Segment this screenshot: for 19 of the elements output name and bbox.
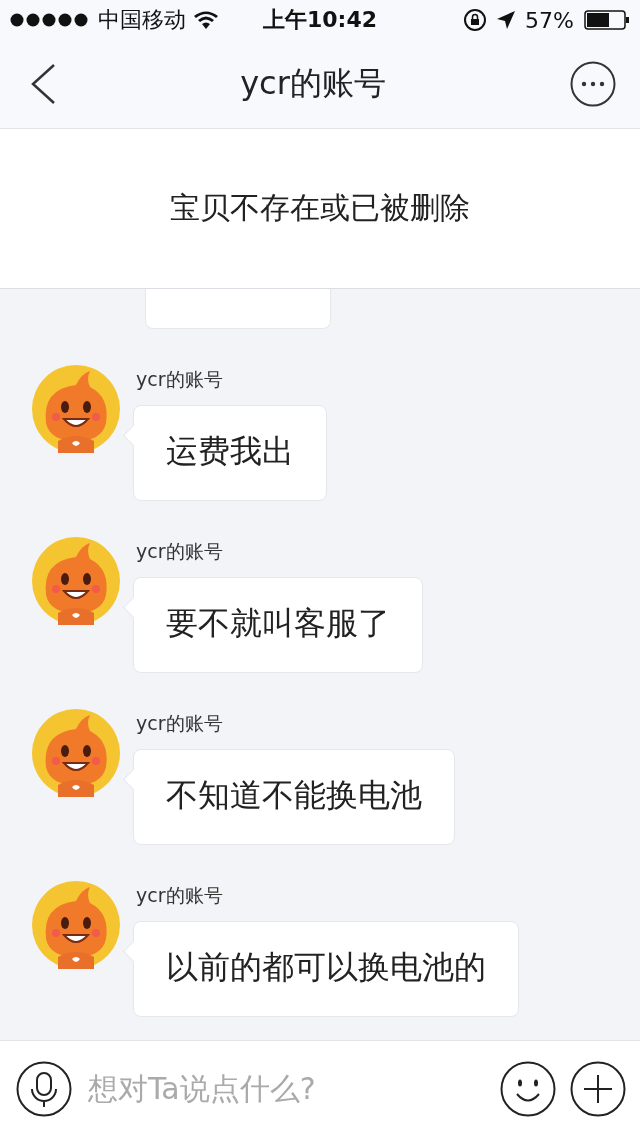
- battery-icon: [584, 10, 630, 30]
- sender-name: ycr的账号: [136, 367, 223, 392]
- back-button[interactable]: [30, 64, 56, 104]
- location-arrow-icon: [497, 11, 516, 29]
- signal-icon: [10, 13, 90, 27]
- voice-button[interactable]: [16, 1060, 72, 1117]
- rotation-lock-icon: [463, 8, 488, 32]
- sender-name: ycr的账号: [136, 883, 223, 908]
- clock-time: 上午10:42: [263, 6, 377, 34]
- battery-percent: 57%: [525, 7, 574, 33]
- banner-text: 宝贝不存在或已被删除: [170, 189, 470, 227]
- sender-name: ycr的账号: [136, 711, 223, 736]
- chat-title: ycr的账号: [240, 63, 386, 104]
- wifi-icon: [194, 11, 218, 29]
- sender-name: ycr的账号: [136, 539, 223, 564]
- carrier-name: 中国移动: [98, 6, 186, 34]
- more-button[interactable]: [570, 61, 616, 107]
- add-button[interactable]: [570, 1060, 626, 1117]
- emoji-button[interactable]: [500, 1060, 556, 1117]
